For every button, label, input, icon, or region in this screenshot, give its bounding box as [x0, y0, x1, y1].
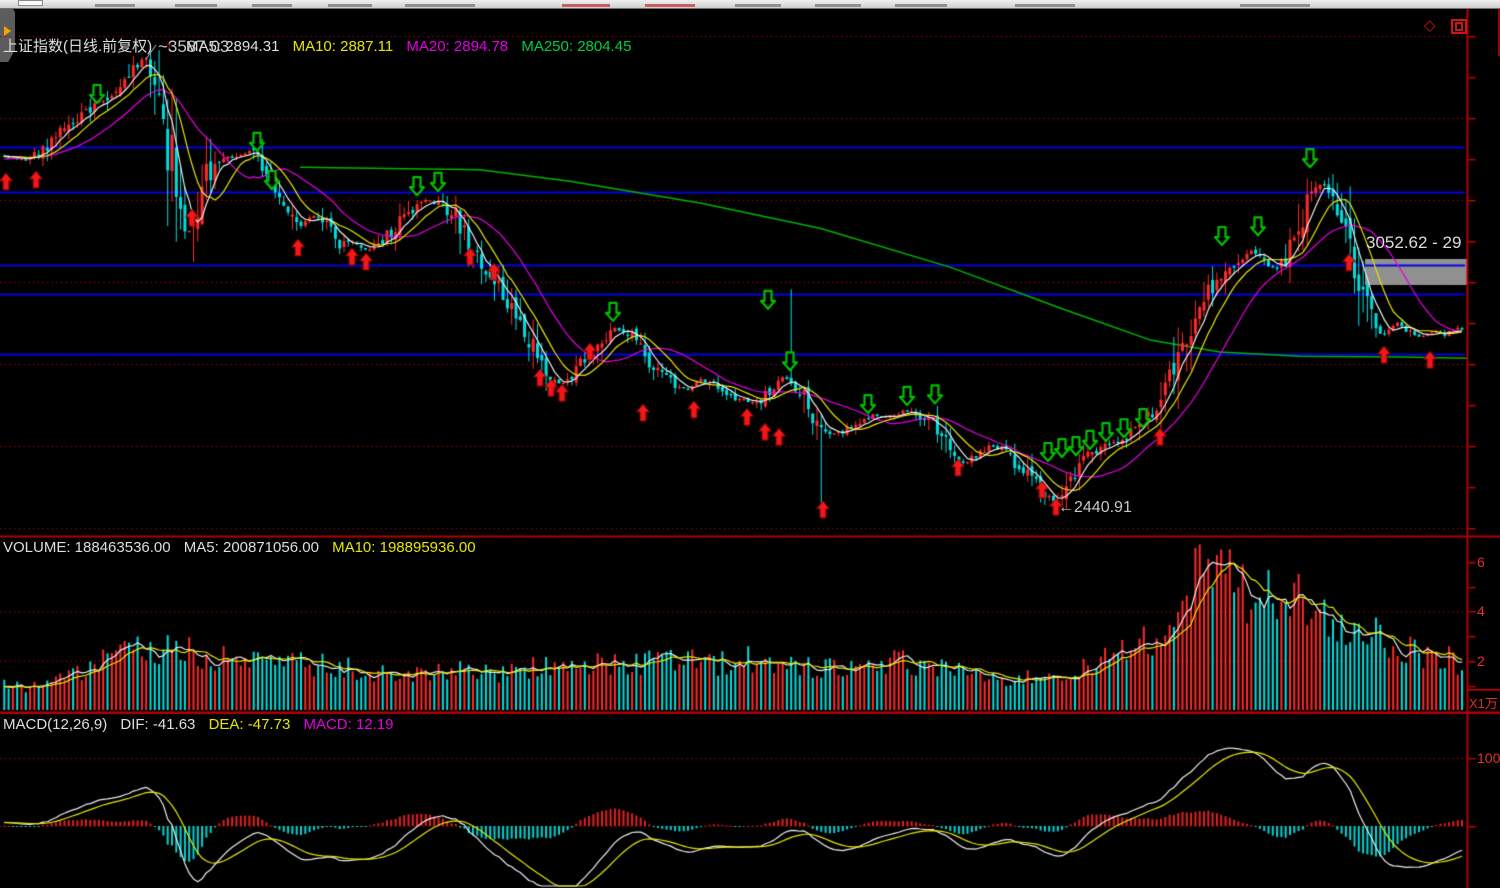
main-chart-header: 上证指数(日线.前复权) ↑ MA5: 2894.31 MA10: 2887.1… — [3, 35, 640, 56]
toolbar-button-remnant[interactable] — [252, 4, 292, 7]
macd-pane-header: MACD(12,26,9) DIF: -41.63 DEA: -47.73 MA… — [3, 716, 403, 733]
macd-name: MACD(12,26,9) — [3, 716, 108, 733]
toolbar-button-remnant[interactable] — [735, 4, 781, 7]
toolbar-button-remnant[interactable] — [1015, 4, 1075, 7]
ma20-value: MA20: 2894.78 — [406, 38, 509, 55]
macd-axis-tick-100: 100 — [1477, 750, 1500, 766]
diamond-icon[interactable]: ◇ — [1424, 16, 1436, 34]
volume-value: VOLUME: 188463536.00 — [3, 539, 171, 556]
dif-value: DIF: -41.63 — [120, 716, 196, 733]
ma10-value: MA10: 2887.11 — [292, 38, 394, 55]
ma250-value: MA250: 2804.45 — [521, 38, 632, 55]
toolbar-button-remnant[interactable] — [175, 4, 217, 7]
volume-ma5-value: MA5: 200871056.00 — [183, 539, 319, 556]
peak-price-annotation: ~3587.03 — [158, 37, 230, 56]
toolbar-white-button[interactable] — [18, 0, 43, 6]
restore-window-icon[interactable] — [1451, 19, 1467, 34]
top-toolbar — [0, 0, 1500, 9]
toolbar-button-remnant[interactable] — [328, 4, 372, 7]
toolbar-button-remnant[interactable] — [405, 4, 475, 7]
chart-canvas[interactable] — [0, 0, 1500, 888]
dea-value: DEA: -47.73 — [208, 716, 291, 733]
range-tooltip: 3052.62 - 29 — [1366, 233, 1462, 252]
volume-axis-tick-2: 2 — [1477, 653, 1485, 669]
toolbar-button-remnant[interactable] — [895, 4, 947, 7]
toolbar-button-remnant[interactable] — [95, 4, 135, 7]
toolbar-button-remnant[interactable] — [815, 4, 861, 7]
toolbar-red-button-remnant[interactable] — [562, 4, 610, 7]
trough-price-annotation: ←2440.91 — [1058, 499, 1132, 516]
volume-axis-tick-4: 4 — [1477, 603, 1485, 619]
toolbar-button-remnant[interactable] — [1240, 4, 1310, 7]
volume-ma10-value: MA10: 198895936.00 — [332, 539, 476, 556]
toolbar-red-button-remnant[interactable] — [645, 4, 695, 7]
instrument-title: 上证指数(日线.前复权) — [3, 38, 153, 55]
trading-app-window: 上证指数(日线.前复权) ↑ MA5: 2894.31 MA10: 2887.1… — [0, 0, 1500, 888]
volume-axis-tick-6: 6 — [1477, 554, 1485, 570]
volume-axis-unit: X1万 — [1469, 696, 1498, 711]
macd-value: MACD: 12.19 — [303, 716, 394, 733]
volume-pane-header: VOLUME: 188463536.00 MA5: 200871056.00 M… — [3, 539, 485, 556]
